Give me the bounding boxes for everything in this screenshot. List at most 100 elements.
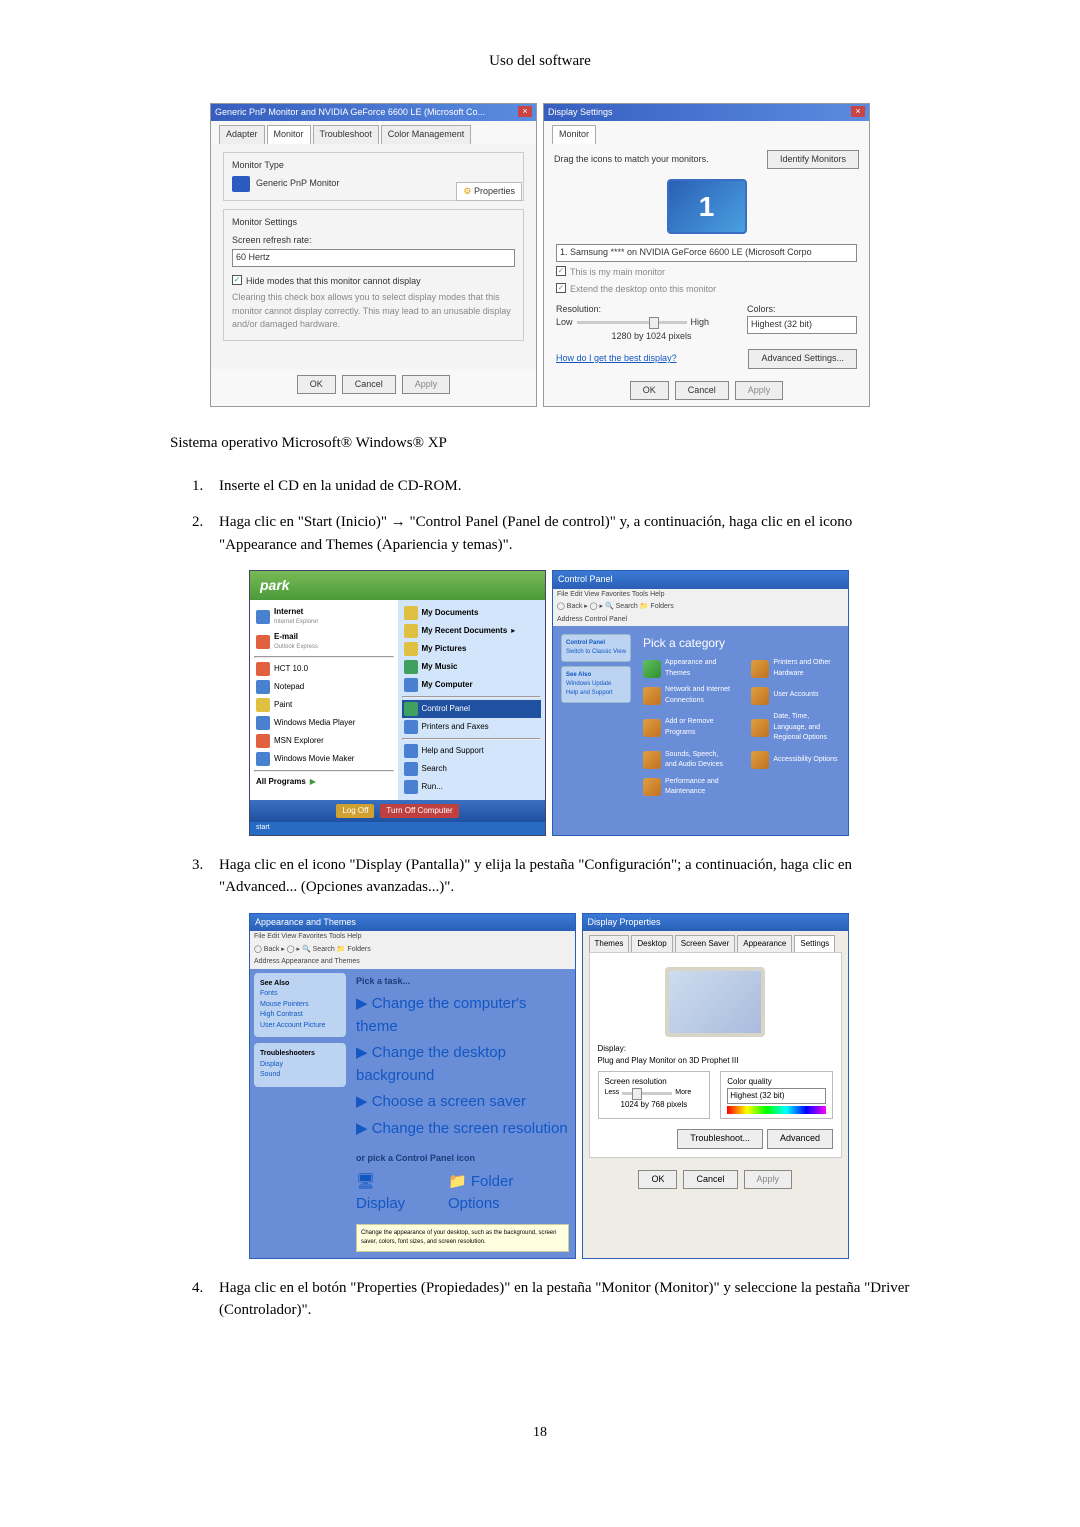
resolution-slider[interactable]: [577, 321, 687, 324]
page-header: Uso del software: [170, 50, 910, 73]
hide-modes-description: Clearing this check box allows you to se…: [232, 291, 515, 332]
drag-instruction: Drag the icons to match your monitors.: [554, 153, 709, 167]
resolution-slider[interactable]: [622, 1092, 672, 1095]
apply-button[interactable]: Apply: [735, 381, 784, 401]
printers-icon: [751, 660, 769, 678]
identify-monitors-button[interactable]: Identify Monitors: [767, 150, 859, 170]
sounds-icon: [643, 751, 661, 769]
tab-screensaver[interactable]: Screen Saver: [675, 935, 735, 952]
cancel-button[interactable]: Cancel: [675, 381, 729, 401]
cancel-button[interactable]: Cancel: [683, 1170, 737, 1190]
refresh-rate-label: Screen refresh rate:: [232, 234, 515, 248]
appearance-icon: [643, 660, 661, 678]
step-3: Haga clic en el icono "Display (Pantalla…: [207, 854, 910, 1259]
address-bar: Address Appearance and Themes: [250, 956, 575, 969]
accessibility-icon: [751, 751, 769, 769]
computer-icon: [404, 678, 418, 692]
monitor-icon: [232, 176, 250, 192]
tab-monitor[interactable]: Monitor: [552, 125, 596, 144]
tab-desktop[interactable]: Desktop: [631, 935, 672, 952]
sidebar-seealso: See AlsoWindows UpdateHelp and Support: [561, 666, 631, 703]
window-titlebar: Generic PnP Monitor and NVIDIA GeForce 6…: [211, 104, 536, 122]
troubleshoot-button[interactable]: Troubleshoot...: [677, 1129, 763, 1149]
ok-button[interactable]: OK: [638, 1170, 677, 1190]
display-cp-icon[interactable]: 🖥 Display: [356, 1169, 428, 1218]
extend-desktop-label: Extend the desktop onto this monitor: [570, 283, 716, 297]
apply-button[interactable]: Apply: [402, 375, 451, 395]
res-value: 1024 by 768 pixels: [605, 1099, 704, 1111]
cp-icon: [404, 702, 418, 716]
cat-sounds[interactable]: Sounds, Speech, and Audio Devices: [643, 750, 732, 771]
tab-settings[interactable]: Settings: [794, 935, 835, 952]
refresh-rate-dropdown[interactable]: 60 Hertz: [232, 249, 515, 267]
window-titlebar: Display Properties: [583, 914, 849, 932]
steps-list: Inserte el CD en la unidad de CD-ROM. Ha…: [170, 475, 910, 1322]
folder-icon: [404, 606, 418, 620]
cat-accessibility[interactable]: Accessibility Options: [751, 750, 840, 771]
tab-themes[interactable]: Themes: [589, 935, 630, 952]
ok-button[interactable]: OK: [297, 375, 336, 395]
paint-icon: [256, 698, 270, 712]
control-panel-item[interactable]: Control Panel: [402, 700, 542, 718]
monitor-preview[interactable]: 1: [667, 179, 747, 234]
properties-button[interactable]: ⚙ Properties: [456, 182, 522, 202]
tab-appearance[interactable]: Appearance: [737, 935, 792, 952]
color-quality-dropdown[interactable]: Highest (32 bit): [727, 1088, 826, 1104]
performance-icon: [643, 778, 661, 796]
tab-color-mgmt[interactable]: Color Management: [381, 125, 472, 144]
apply-button[interactable]: Apply: [744, 1170, 793, 1190]
task-bg[interactable]: ▶ Change the desktop background: [356, 1040, 569, 1089]
step-2: Haga clic en "Start (Inicio)" → "Control…: [207, 511, 910, 836]
step-4: Haga clic en el botón "Properties (Propi…: [207, 1277, 910, 1322]
monitor-select-dropdown[interactable]: 1. Samsung **** on NVIDIA GeForce 6600 L…: [556, 244, 857, 262]
display-properties-screenshot: Display Properties Themes Desktop Screen…: [582, 913, 850, 1259]
start-menu-user: park: [250, 571, 545, 600]
cat-performance[interactable]: Performance and Maintenance: [643, 777, 732, 798]
cat-network[interactable]: Network and Internet Connections: [643, 685, 732, 706]
monitor-name: Generic PnP Monitor: [256, 177, 339, 191]
taskbar-start[interactable]: start: [250, 822, 545, 835]
advanced-button[interactable]: Advanced: [767, 1129, 833, 1149]
turnoff-button[interactable]: Turn Off Computer: [380, 804, 458, 818]
tab-adapter[interactable]: Adapter: [219, 125, 265, 144]
folder-icon: [404, 642, 418, 656]
tabs: Adapter Monitor Troubleshoot Color Manag…: [211, 121, 536, 144]
close-icon[interactable]: ×: [518, 106, 532, 117]
folder-options-cp-icon[interactable]: 📁 Folder Options: [448, 1169, 569, 1218]
window-titlebar: Control Panel: [553, 571, 848, 589]
screen-res-label: Screen resolution: [605, 1076, 704, 1088]
task-theme[interactable]: ▶ Change the computer's theme: [356, 991, 569, 1040]
address-bar: Address Control Panel: [553, 614, 848, 627]
cat-datetime[interactable]: Date, Time, Language, and Regional Optio…: [751, 712, 840, 744]
printers-icon: [404, 720, 418, 734]
tab-monitor[interactable]: Monitor: [267, 125, 311, 144]
cat-users[interactable]: User Accounts: [751, 685, 840, 706]
cancel-button[interactable]: Cancel: [342, 375, 396, 395]
task-ss[interactable]: ▶ Choose a screen saver: [356, 1089, 569, 1116]
nav-toolbar: ◯ Back ▸ ◯ ▸ 🔍 Search 📁 Folders: [250, 944, 575, 957]
ok-button[interactable]: OK: [630, 381, 669, 401]
cat-appearance[interactable]: Appearance and Themes: [643, 658, 732, 679]
wmm-icon: [256, 752, 270, 766]
extend-desktop-checkbox: ✓: [556, 283, 566, 293]
best-display-link[interactable]: How do I get the best display?: [556, 352, 677, 366]
addremove-icon: [643, 719, 661, 737]
logoff-button[interactable]: Log Off: [336, 804, 374, 818]
cat-printers[interactable]: Printers and Other Hardware: [751, 658, 840, 679]
close-icon[interactable]: ×: [851, 106, 865, 117]
task-res[interactable]: ▶ Change the screen resolution: [356, 1116, 569, 1143]
advanced-settings-button[interactable]: Advanced Settings...: [748, 349, 857, 369]
folder-icon: [404, 660, 418, 674]
tab-troubleshoot[interactable]: Troubleshoot: [313, 125, 379, 144]
network-icon: [643, 687, 661, 705]
app-icon: [256, 662, 270, 676]
troubleshooters-box: TroubleshootersDisplaySound: [254, 1043, 346, 1087]
colors-dropdown[interactable]: Highest (32 bit): [747, 316, 857, 334]
slider-low-label: Low: [556, 316, 573, 330]
display-description: Change the appearance of your desktop, s…: [356, 1224, 569, 1252]
notepad-icon: [256, 680, 270, 694]
hide-modes-checkbox[interactable]: ✓: [232, 275, 242, 285]
color-bar: [727, 1106, 826, 1114]
cat-addremove[interactable]: Add or Remove Programs: [643, 712, 732, 744]
resolution-label: Resolution:: [556, 303, 747, 317]
